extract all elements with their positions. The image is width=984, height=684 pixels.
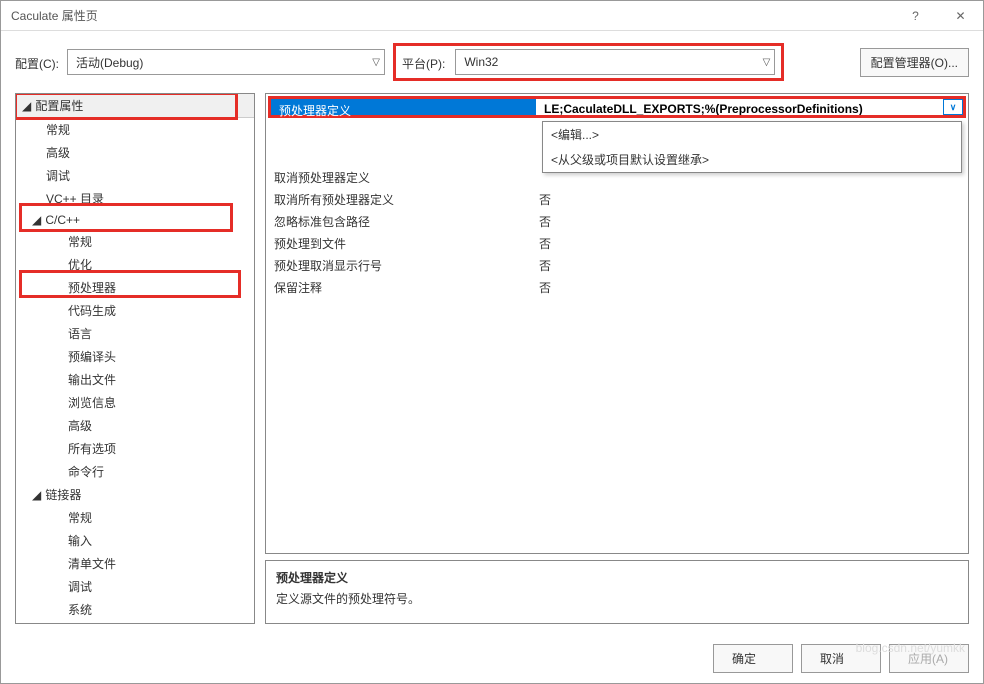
- tree-item[interactable]: 输入: [16, 529, 254, 552]
- chevron-down-icon: ▽: [763, 57, 771, 68]
- tree-item-cpp[interactable]: ◢ C/C++: [16, 210, 254, 230]
- tree-item[interactable]: 优化: [16, 621, 254, 624]
- tree-item[interactable]: 输出文件: [16, 368, 254, 391]
- description-panel: 预处理器定义 定义源文件的预处理符号。: [265, 560, 969, 624]
- grid-value[interactable]: 否: [531, 232, 968, 254]
- grid-label: 预处理取消显示行号: [266, 254, 531, 276]
- config-label: 配置(C):: [15, 53, 59, 72]
- grid-label: 取消预处理器定义: [266, 166, 531, 188]
- titlebar-controls: ? ✕: [893, 1, 983, 31]
- tree-item[interactable]: 常规: [16, 506, 254, 529]
- description-text: 定义源文件的预处理符号。: [276, 590, 958, 607]
- platform-select[interactable]: Win32 ▽: [455, 49, 775, 75]
- apply-button[interactable]: 应用(A): [889, 644, 969, 673]
- grid-row-selected[interactable]: 预处理器定义 LE;CaculateDLL_EXPORTS;%(Preproce…: [268, 96, 966, 118]
- grid-value[interactable]: 否: [531, 254, 968, 276]
- dropdown-button[interactable]: ∨: [943, 99, 963, 115]
- grid-label: 预处理到文件: [266, 232, 531, 254]
- grid-value[interactable]: 否: [531, 188, 968, 210]
- close-button[interactable]: ✕: [938, 1, 983, 31]
- dropdown-item-inherit[interactable]: <从父级或项目默认设置继承>: [543, 147, 961, 172]
- dropdown-list: <编辑...> <从父级或项目默认设置继承>: [542, 121, 962, 173]
- tree-item-linker[interactable]: ◢ 链接器: [16, 483, 254, 506]
- tree-item[interactable]: 语言: [16, 322, 254, 345]
- tree-item[interactable]: 调试: [16, 575, 254, 598]
- main-area: ◢ 配置属性 常规高级调试VC++ 目录 ◢ C/C++ 常规优化预处理器代码生…: [1, 93, 983, 634]
- tree-item[interactable]: 系统: [16, 598, 254, 621]
- grid-value[interactable]: 否: [531, 276, 968, 298]
- grid-value[interactable]: 否: [531, 210, 968, 232]
- titlebar: Caculate 属性页 ? ✕: [1, 1, 983, 31]
- dropdown-item-edit[interactable]: <编辑...>: [543, 122, 961, 147]
- config-select[interactable]: 活动(Debug) ▽: [67, 49, 385, 75]
- chevron-down-icon: ▽: [372, 57, 380, 68]
- tree-panel[interactable]: ◢ 配置属性 常规高级调试VC++ 目录 ◢ C/C++ 常规优化预处理器代码生…: [15, 93, 255, 624]
- property-grid: 预处理器定义 LE;CaculateDLL_EXPORTS;%(Preproce…: [265, 93, 969, 554]
- grid-label: 预处理器定义: [271, 99, 536, 115]
- tree-item[interactable]: 高级: [16, 414, 254, 437]
- grid-row[interactable]: 取消所有预处理器定义否: [266, 188, 968, 210]
- grid-row[interactable]: 保留注释否: [266, 276, 968, 298]
- config-manager-button[interactable]: 配置管理器(O)...: [860, 48, 969, 77]
- tree-item[interactable]: 命令行: [16, 460, 254, 483]
- grid-row[interactable]: 忽略标准包含路径否: [266, 210, 968, 232]
- grid-label: 取消所有预处理器定义: [266, 188, 531, 210]
- tree-item[interactable]: 高级: [16, 141, 254, 164]
- tree-item[interactable]: 调试: [16, 164, 254, 187]
- config-toolbar: 配置(C): 活动(Debug) ▽ 平台(P): Win32 ▽ 配置管理器(…: [1, 31, 983, 93]
- property-page-window: Caculate 属性页 ? ✕ 配置(C): 活动(Debug) ▽ 平台(P…: [0, 0, 984, 684]
- platform-value: Win32: [464, 55, 498, 69]
- tree-item[interactable]: 优化: [16, 253, 254, 276]
- tree-item[interactable]: 所有选项: [16, 437, 254, 460]
- grid-row[interactable]: 预处理取消显示行号否: [266, 254, 968, 276]
- dialog-buttons: 确定 取消 应用(A): [1, 634, 983, 683]
- tree-item[interactable]: VC++ 目录: [16, 187, 254, 210]
- tree-item[interactable]: 代码生成: [16, 299, 254, 322]
- tree-item[interactable]: 预处理器: [16, 276, 254, 299]
- grid-row[interactable]: 预处理到文件否: [266, 232, 968, 254]
- grid-label: 忽略标准包含路径: [266, 210, 531, 232]
- right-panel: 预处理器定义 LE;CaculateDLL_EXPORTS;%(Preproce…: [265, 93, 969, 624]
- tree-item[interactable]: 预编译头: [16, 345, 254, 368]
- grid-label: 保留注释: [266, 276, 531, 298]
- description-title: 预处理器定义: [276, 569, 958, 586]
- tree-item[interactable]: 清单文件: [16, 552, 254, 575]
- cancel-button[interactable]: 取消: [801, 644, 881, 673]
- tree-item[interactable]: 浏览信息: [16, 391, 254, 414]
- tree-item[interactable]: 常规: [16, 118, 254, 141]
- tree-item[interactable]: 常规: [16, 230, 254, 253]
- help-button[interactable]: ?: [893, 1, 938, 31]
- window-title: Caculate 属性页: [11, 7, 98, 24]
- config-value: 活动(Debug): [76, 54, 143, 71]
- grid-value[interactable]: LE;CaculateDLL_EXPORTS;%(PreprocessorDef…: [536, 99, 963, 115]
- ok-button[interactable]: 确定: [713, 644, 793, 673]
- tree-root[interactable]: ◢ 配置属性: [16, 94, 254, 118]
- platform-label: 平台(P):: [402, 53, 445, 72]
- platform-highlight: 平台(P): Win32 ▽: [393, 43, 784, 81]
